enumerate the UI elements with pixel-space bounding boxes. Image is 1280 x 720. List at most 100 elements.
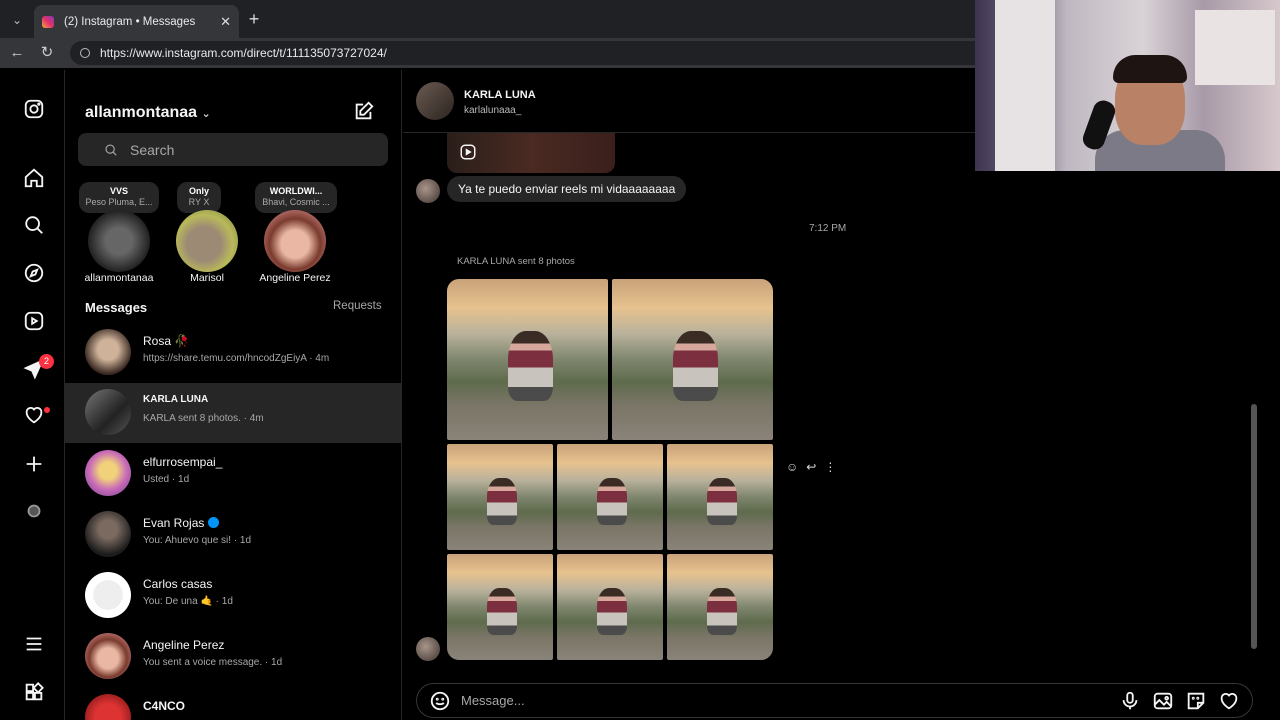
- thread-name: Angeline Perez: [143, 638, 225, 652]
- message-input[interactable]: Message...: [416, 683, 1253, 718]
- instagram-favicon-icon: [42, 15, 54, 28]
- heart-icon[interactable]: [21, 402, 47, 428]
- home-icon[interactable]: [21, 165, 47, 191]
- thread-preview: https://share.temu.com/hncodZgEiyA · 4m: [143, 353, 330, 364]
- avatar: [85, 572, 131, 618]
- messages-heading: Messages: [85, 300, 148, 315]
- profile-icon[interactable]: [21, 498, 47, 524]
- thread-row[interactable]: elfurrosempai_ Usted · 1d: [65, 444, 401, 504]
- search-icon: [105, 143, 117, 156]
- webcam-background: [1195, 10, 1275, 85]
- webcam-background: [995, 0, 1055, 171]
- contact-username: karlalunaaa_: [464, 105, 522, 116]
- url-text: https://www.instagram.com/direct/t/11113…: [100, 46, 387, 60]
- note-avatar-label: Marisol: [190, 272, 224, 284]
- requests-link[interactable]: Requests: [333, 300, 382, 312]
- sticker-icon[interactable]: [1185, 690, 1207, 712]
- photo-thumbnail[interactable]: [612, 279, 773, 440]
- nav-rail: 2: [4, 70, 65, 720]
- reels-icon: [459, 143, 477, 161]
- contact-name: KARLA LUNA: [464, 89, 536, 101]
- note-bubble[interactable]: VVS Peso Pluma, E...: [79, 182, 159, 213]
- search-input[interactable]: Search: [78, 133, 388, 166]
- note-sub: Peso Pluma, E...: [85, 197, 153, 207]
- browser-tab[interactable]: (2) Instagram • Messages ✕: [34, 5, 239, 38]
- avatar: [85, 511, 131, 557]
- thread-row[interactable]: C4NCO: [65, 688, 401, 720]
- thread-row[interactable]: Angeline Perez You sent a voice message.…: [65, 627, 401, 687]
- photo-thumbnail[interactable]: [667, 444, 773, 550]
- scrollbar[interactable]: [1251, 404, 1257, 649]
- thread-name: Carlos casas: [143, 577, 213, 591]
- webcam-person: [1113, 55, 1187, 83]
- heart-icon[interactable]: [1218, 690, 1240, 712]
- account-username: allanmontanaa: [85, 104, 198, 121]
- avatar[interactable]: [416, 82, 454, 120]
- new-tab-button[interactable]: +: [245, 9, 263, 29]
- avatar[interactable]: [176, 210, 238, 272]
- tab-search-chevron-icon[interactable]: ⌄: [6, 9, 28, 31]
- thread-name: elfurrosempai_: [143, 455, 223, 469]
- thread-row[interactable]: Carlos casas You: De una 🤙 · 1d: [65, 566, 401, 626]
- message-placeholder: Message...: [461, 693, 525, 708]
- compose-icon[interactable]: [353, 100, 375, 122]
- mic-icon[interactable]: [1119, 690, 1141, 712]
- note-avatar-label: Angeline Perez: [259, 272, 331, 284]
- instagram-logo-icon[interactable]: [21, 96, 47, 122]
- avatar[interactable]: [264, 210, 326, 272]
- photo-thumbnail[interactable]: [447, 279, 608, 440]
- photo-thumbnail[interactable]: [557, 554, 663, 660]
- avatar[interactable]: [88, 210, 150, 272]
- note-sub: Bhavi, Cosmic ...: [262, 197, 330, 207]
- webcam-overlay: [975, 0, 1280, 171]
- thread-row-selected[interactable]: KARLA LUNA KARLA sent 8 photos. · 4m: [65, 383, 401, 443]
- avatar: [85, 633, 131, 679]
- more-options-icon[interactable]: ⋮: [824, 460, 836, 476]
- thread-preview: Usted · 1d: [143, 474, 190, 485]
- chevron-down-icon: ⌄: [201, 108, 211, 120]
- notification-badge: 2: [39, 354, 54, 369]
- avatar: [85, 694, 131, 720]
- photo-thumbnail[interactable]: [447, 444, 553, 550]
- photo-thumbnail[interactable]: [447, 554, 553, 660]
- thread-name-text: Evan Rojas: [143, 516, 205, 530]
- photo-thumbnail[interactable]: [557, 444, 663, 550]
- account-switcher[interactable]: allanmontanaa ⌄: [85, 104, 211, 122]
- note-bubble[interactable]: WORLDWI... Bhavi, Cosmic ...: [255, 182, 337, 213]
- more-icon[interactable]: [21, 679, 47, 705]
- tab-close-icon[interactable]: ✕: [220, 14, 231, 30]
- back-arrow-icon[interactable]: ←: [6, 38, 28, 68]
- avatar: [416, 637, 440, 661]
- avatar: [85, 450, 131, 496]
- activity-dot: [44, 407, 50, 413]
- image-icon[interactable]: [1152, 690, 1174, 712]
- thread-preview: You: Ahuevo que si! · 1d: [143, 535, 252, 546]
- reload-icon[interactable]: ↻: [36, 38, 58, 68]
- note-title: Only: [188, 186, 209, 196]
- reels-icon[interactable]: [21, 308, 47, 334]
- search-placeholder: Search: [130, 141, 175, 158]
- search-icon[interactable]: [21, 212, 47, 238]
- explore-icon[interactable]: [21, 260, 47, 286]
- thread-preview: You sent a voice message. · 1d: [143, 657, 283, 668]
- thread-name: C4NCO: [143, 699, 186, 713]
- message-bubble[interactable]: Ya te puedo enviar reels mi vidaaaaaaaa: [447, 176, 687, 202]
- thread-row[interactable]: Evan Rojas You: Ahuevo que si! · 1d: [65, 505, 401, 565]
- react-emoji-icon[interactable]: ☺: [786, 460, 798, 476]
- thread-row[interactable]: Rosa 🥀 https://share.temu.com/hncodZgEiy…: [65, 323, 401, 383]
- emoji-icon[interactable]: [429, 690, 451, 712]
- note-bubble[interactable]: Only RY X: [177, 182, 221, 213]
- avatar: [85, 389, 131, 435]
- create-icon[interactable]: [21, 451, 47, 477]
- tab-title: (2) Instagram • Messages: [64, 15, 196, 28]
- menu-icon[interactable]: [21, 631, 47, 657]
- avatar: [85, 329, 131, 375]
- site-info-icon[interactable]: [80, 48, 90, 58]
- avatar: [416, 179, 440, 203]
- address-bar[interactable]: https://www.instagram.com/direct/t/11113…: [70, 41, 1070, 65]
- photo-thumbnail[interactable]: [667, 554, 773, 660]
- note-title: WORLDWI...: [269, 186, 323, 196]
- thread-name: Rosa 🥀: [143, 334, 190, 348]
- message-hover-actions: ☺ ↩ ⋮: [786, 460, 836, 476]
- reply-icon[interactable]: ↩: [806, 460, 816, 476]
